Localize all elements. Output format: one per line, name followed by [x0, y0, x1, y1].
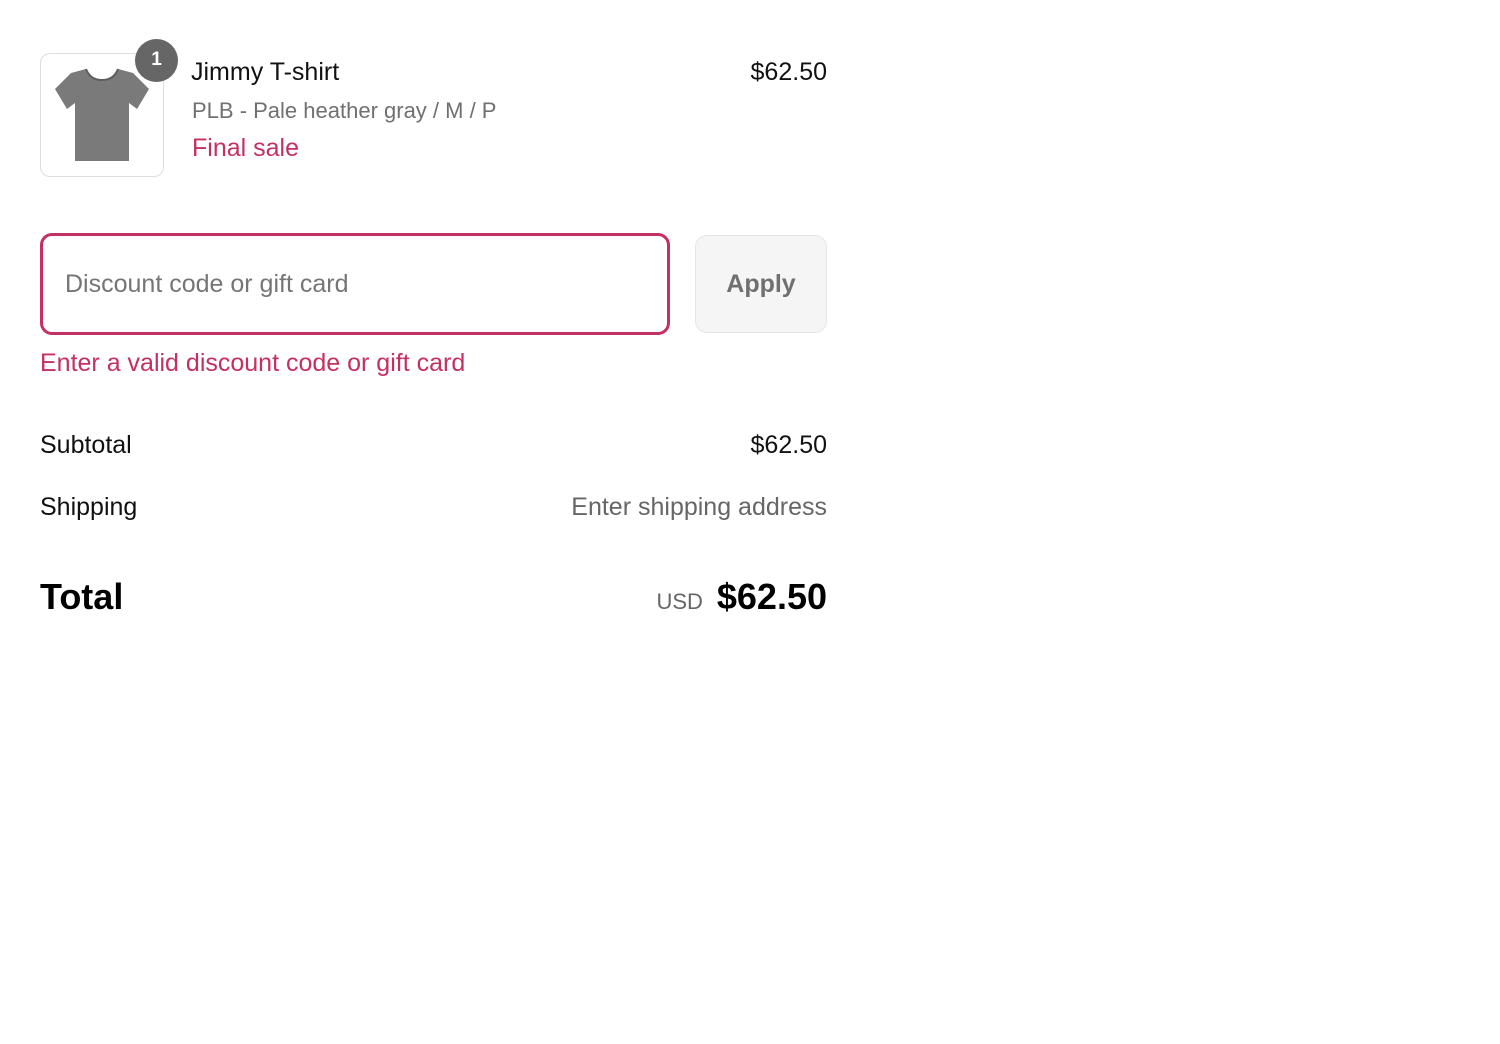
discount-row: Apply [40, 233, 827, 335]
total-label: Total [40, 576, 124, 617]
subtotal-label: Subtotal [40, 431, 132, 459]
subtotal-value: $62.50 [750, 431, 827, 459]
total-value: USD $62.50 [656, 576, 827, 618]
order-summary: 1 Jimmy T-shirt PLB - Pale heather gray … [40, 0, 827, 617]
total-row: Total USD $62.50 [40, 576, 827, 620]
product-price: $62.50 [750, 58, 827, 86]
total-currency: USD [656, 589, 703, 614]
quantity-badge: 1 [135, 39, 178, 82]
line-item: 1 Jimmy T-shirt PLB - Pale heather gray … [40, 0, 827, 178]
subtotal-row: Subtotal $62.50 [40, 431, 827, 463]
apply-button[interactable]: Apply [695, 235, 827, 333]
t-shirt-icon [55, 68, 149, 161]
shipping-row: Shipping Enter shipping address [40, 493, 827, 525]
discount-error-message: Enter a valid discount code or gift card [40, 349, 466, 377]
total-amount: $62.50 [716, 576, 827, 617]
discount-code-input[interactable] [40, 233, 670, 335]
shipping-label: Shipping [40, 493, 138, 521]
product-name: Jimmy T-shirt [191, 58, 340, 86]
shipping-value: Enter shipping address [571, 493, 827, 521]
product-thumbnail: 1 [40, 39, 178, 177]
product-variant: PLB - Pale heather gray / M / P [192, 98, 497, 123]
final-sale-label: Final sale [192, 134, 299, 162]
